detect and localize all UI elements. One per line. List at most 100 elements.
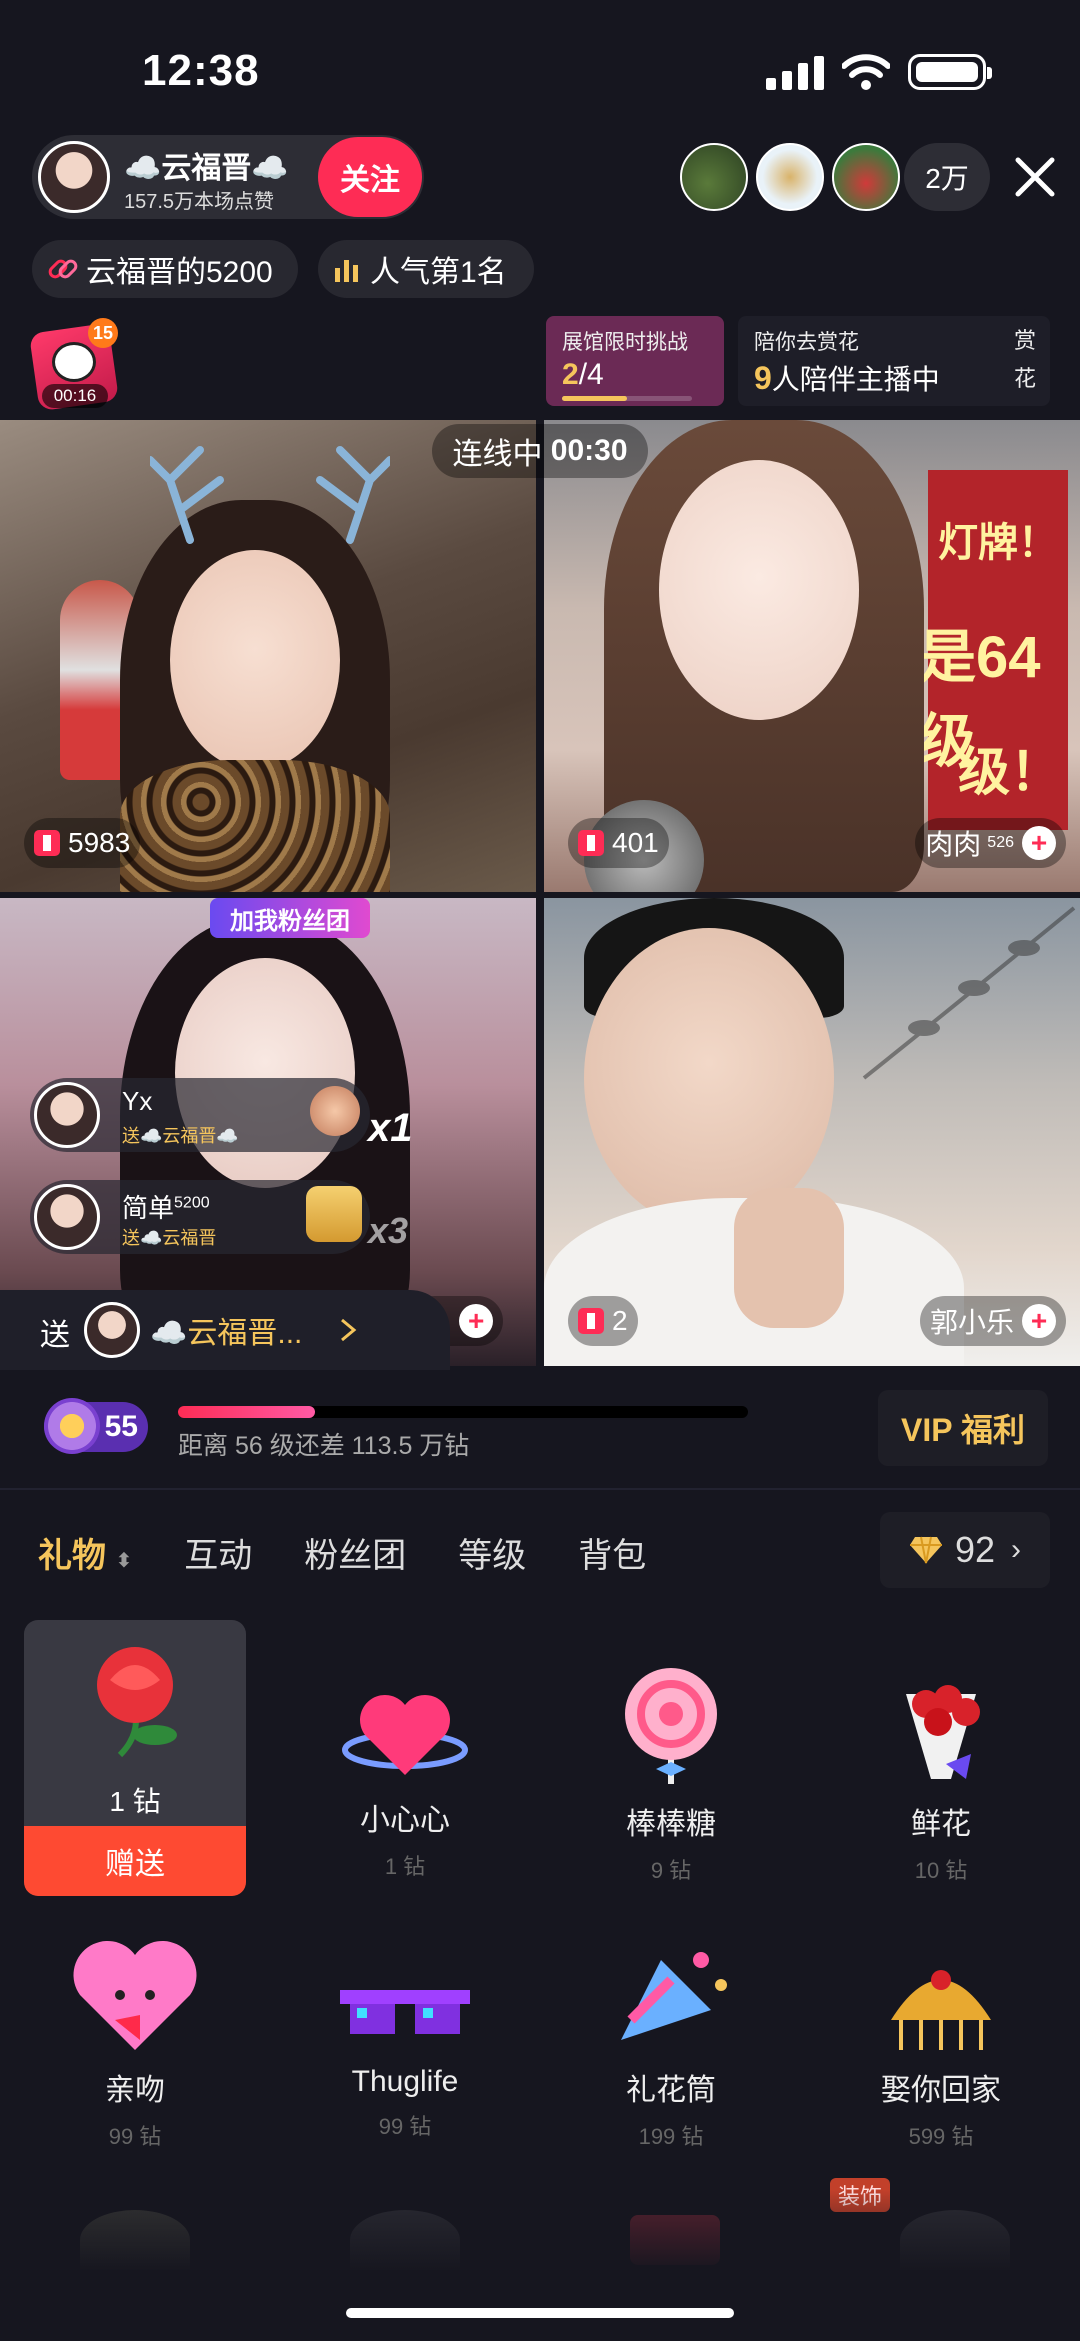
video-tile-1[interactable]: 5983 (0, 420, 536, 892)
gift-tabs: 礼物 ⬍ 互动 粉丝团 等级 背包 (38, 1528, 646, 1577)
score-icon (578, 1308, 604, 1334)
popularity-chip[interactable]: 人气第1名 (318, 240, 534, 298)
tab-interact[interactable]: 互动 (184, 1528, 252, 1577)
antler-headband (146, 440, 394, 550)
tab-backpack[interactable]: 背包 (578, 1528, 646, 1577)
guest-name-pill[interactable]: 郭小乐 + (919, 1296, 1066, 1346)
gift-item[interactable]: 鲜花 10 钻 (830, 1664, 1052, 1885)
send-to-prefix: 送 (40, 1319, 70, 1352)
sender-avatar (34, 1082, 100, 1148)
add-follow-icon: + (1022, 1304, 1056, 1338)
bottom-fade (0, 2190, 1080, 2341)
chevron-right-icon (341, 1318, 357, 1342)
tile-score: 401 (568, 818, 669, 868)
beer-mug-icon (306, 1186, 362, 1242)
home-indicator[interactable] (346, 2308, 734, 2318)
link-icon (48, 259, 78, 279)
party-popper-icon (621, 1952, 727, 2040)
gift-message: 简单5200 送☁️云福晋 (30, 1180, 370, 1254)
gift-item[interactable]: Thuglife 99 钻 (294, 1960, 516, 2141)
rose-icon (80, 1640, 190, 1760)
gift-item[interactable]: 礼花筒 199 钻 (560, 1940, 782, 2151)
viewer-avatar[interactable] (756, 143, 824, 211)
lucky-bag-badge[interactable]: 15 00:16 (28, 318, 120, 412)
heart-icon (342, 1695, 468, 1775)
badge-count: 15 (88, 318, 118, 348)
face (584, 928, 834, 1228)
challenge-title: 展馆限时挑战 (562, 331, 688, 354)
host-avatar[interactable] (38, 141, 110, 213)
guest-name-pill[interactable]: 肉肉 526 + (915, 818, 1066, 868)
bouquet-icon (906, 1685, 980, 1779)
hand (734, 1188, 844, 1328)
recipient-avatar (84, 1302, 140, 1358)
face (175, 958, 355, 1188)
gift-item[interactable]: 小心心 1 钻 (294, 1680, 516, 1881)
follow-button[interactable]: 关注 (318, 137, 422, 217)
wifi-icon (842, 54, 890, 90)
video-tile-4[interactable]: 2 郭小乐 + (544, 898, 1080, 1366)
tile-score: 5983 (24, 818, 141, 868)
score-icon (34, 830, 60, 856)
video-tile-2[interactable]: 灯牌！ 是64级 级！ 401 肉肉 526 + (544, 420, 1080, 892)
red-banner: 灯牌！ 是64级 级！ (918, 470, 1068, 830)
leopard-top (120, 760, 390, 892)
level-progress-bar (178, 1406, 748, 1418)
linking-status: 连线中 00:30 (432, 424, 648, 478)
host-name: ☁️云福晋☁️ (124, 152, 289, 185)
close-icon[interactable] (1010, 152, 1060, 202)
vip-benefits-button[interactable]: VIP 福利 (878, 1390, 1048, 1466)
gift-item[interactable]: 棒棒糖 9 钻 (560, 1664, 782, 1885)
kiss-heart-icon (73, 1941, 197, 2050)
level-progress-text: 距离 56 级还差 113.5 万钻 (178, 1432, 470, 1460)
host-likes: 157.5万本场点赞 (124, 191, 275, 213)
divider (0, 1488, 1080, 1490)
gift-price: 1 钻 (109, 1786, 161, 1817)
cellular-signal-icon (766, 56, 824, 90)
send-to-target: ☁️云福晋... (150, 1317, 303, 1350)
challenge-progress: 2/4 (562, 358, 604, 391)
score-icon (578, 830, 604, 856)
mascot-icon (52, 342, 96, 382)
diamond-balance-button[interactable]: 92 › (880, 1512, 1050, 1588)
fan-club-chip[interactable]: 云福晋的5200 (32, 240, 298, 298)
gift-multiplier: x3 (368, 1210, 409, 1251)
badge-timer: 00:16 (42, 384, 108, 408)
viewer-count[interactable]: 2万 (904, 143, 990, 211)
fan-club-banner: 加我粉丝团 (210, 898, 370, 938)
diamond-icon (909, 1536, 942, 1564)
sender-avatar (34, 1184, 100, 1250)
challenge-progress-bar (562, 396, 692, 401)
send-gift-button[interactable]: 赠送 (24, 1826, 246, 1896)
chevron-right-icon: › (1011, 1533, 1022, 1566)
add-follow-icon: + (1022, 826, 1056, 860)
status-time: 12:38 (142, 46, 260, 95)
companion-card[interactable]: 陪你去赏花 9人陪伴主播中 赏花 (738, 316, 1050, 406)
pixel-sunglasses-icon (340, 1990, 470, 2034)
battery-icon (908, 54, 992, 90)
face (659, 460, 859, 720)
viewer-avatar[interactable] (832, 143, 900, 211)
level-crown-icon (44, 1398, 100, 1454)
bridal-crown-icon (891, 1970, 991, 2050)
companion-count-text: 9人陪伴主播中 (754, 360, 940, 396)
gift-thumb-icon (310, 1086, 360, 1136)
leaf-decal (844, 898, 1080, 1098)
challenge-card[interactable]: 展馆限时挑战 2/4 (546, 316, 724, 406)
gift-item[interactable]: 亲吻 99 钻 (24, 1940, 246, 2151)
tab-fan-club[interactable]: 粉丝团 (304, 1528, 406, 1577)
gift-multiplier: x1 (368, 1106, 413, 1150)
gift-item[interactable]: 娶你回家 599 钻 (830, 1940, 1052, 2151)
tile-score: 2 (568, 1296, 638, 1346)
tab-level[interactable]: 等级 (458, 1528, 526, 1577)
send-to-selector[interactable]: 送 ☁️云福晋... (0, 1290, 450, 1370)
viewer-avatar[interactable] (680, 143, 748, 211)
tab-gifts[interactable]: 礼物 ⬍ (38, 1528, 132, 1577)
fan-club-label: 云福晋的5200 (86, 256, 273, 289)
popularity-label: 人气第1名 (370, 256, 507, 289)
gift-item-selected[interactable]: 1 钻 赠送 (24, 1620, 246, 1896)
face (170, 550, 340, 770)
lollipop-icon (625, 1668, 717, 1784)
companion-side-label: 赏花 (1014, 328, 1037, 391)
add-follow-icon: + (459, 1304, 494, 1338)
